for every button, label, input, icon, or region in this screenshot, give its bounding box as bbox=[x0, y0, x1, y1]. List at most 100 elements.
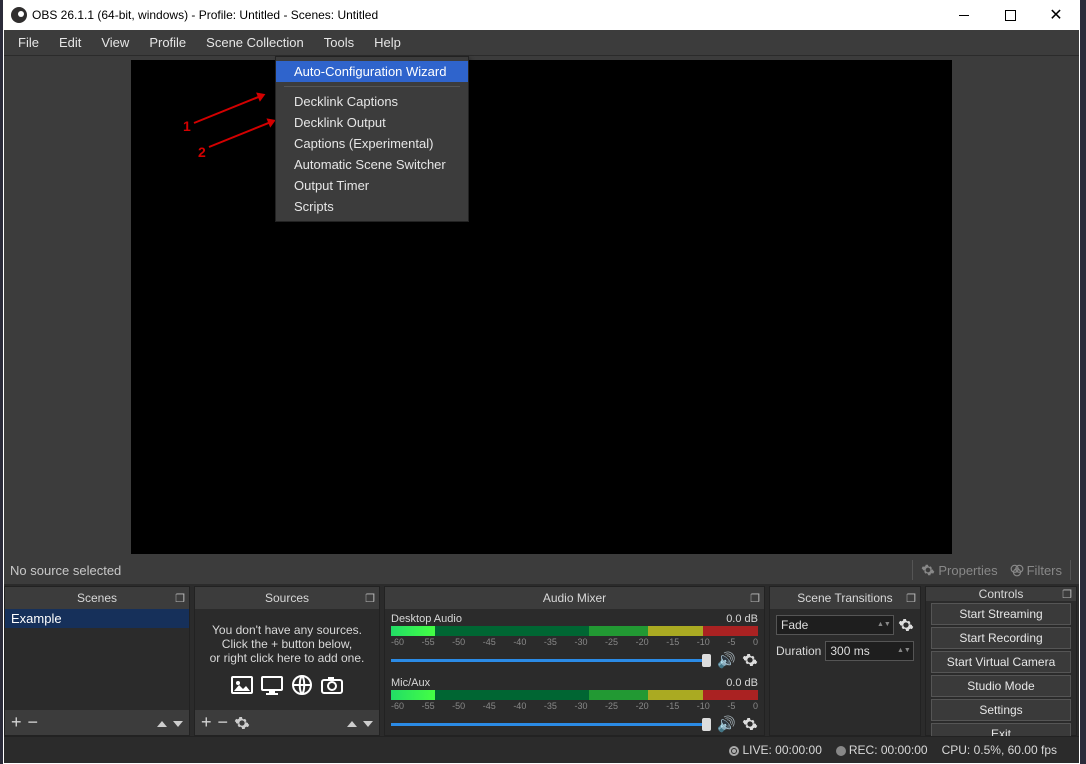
add-scene-button[interactable]: + bbox=[11, 712, 22, 733]
menu-captions-experimental[interactable]: Captions (Experimental) bbox=[276, 133, 468, 154]
gear-icon[interactable] bbox=[742, 716, 758, 732]
preview-canvas[interactable] bbox=[131, 60, 952, 554]
context-bar: No source selected Properties Filters bbox=[4, 556, 1079, 584]
popout-icon[interactable]: ❐ bbox=[365, 592, 375, 605]
popout-icon[interactable]: ❐ bbox=[750, 592, 760, 605]
titlebar: OBS 26.1.1 (64-bit, windows) - Profile: … bbox=[4, 0, 1079, 30]
annotation-number-2: 2 bbox=[198, 144, 206, 160]
sources-header: Sources ❐ bbox=[195, 587, 379, 609]
menu-automatic-scene-switcher[interactable]: Automatic Scene Switcher bbox=[276, 154, 468, 175]
minimize-button[interactable] bbox=[941, 0, 987, 30]
globe-icon bbox=[289, 673, 315, 697]
chevron-updown-icon: ▲▼ bbox=[897, 648, 909, 654]
properties-label: Properties bbox=[938, 563, 997, 578]
gear-icon bbox=[921, 563, 935, 577]
menu-decklink-captions[interactable]: Decklink Captions bbox=[276, 91, 468, 112]
settings-button[interactable]: Settings bbox=[931, 699, 1071, 721]
mixer-title: Audio Mixer bbox=[543, 591, 606, 605]
transitions-header: Scene Transitions ❐ bbox=[770, 587, 920, 609]
desktop-audio-meter bbox=[391, 626, 758, 636]
sources-panel: Sources ❐ You don't have any sources. Cl… bbox=[194, 586, 380, 736]
monitor-icon bbox=[259, 673, 285, 697]
camera-icon bbox=[319, 673, 345, 697]
filters-icon bbox=[1010, 563, 1024, 577]
audio-mixer-panel: Audio Mixer ❐ Desktop Audio 0.0 dB -60-5… bbox=[384, 586, 765, 736]
popout-icon[interactable]: ❐ bbox=[1062, 588, 1072, 601]
controls-header: Controls ❐ bbox=[926, 587, 1076, 601]
move-scene-up-button[interactable] bbox=[157, 718, 167, 728]
menu-view[interactable]: View bbox=[91, 31, 139, 54]
speaker-icon[interactable]: 🔊 bbox=[717, 715, 736, 733]
move-source-up-button[interactable] bbox=[347, 718, 357, 728]
transitions-panel: Scene Transitions ❐ Fade ▲▼ Duration 300… bbox=[769, 586, 921, 736]
status-bar: LIVE: 00:00:00 REC: 00:00:00 CPU: 0.5%, … bbox=[4, 736, 1079, 763]
mic-volume-slider[interactable] bbox=[391, 723, 711, 726]
popout-icon[interactable]: ❐ bbox=[175, 592, 185, 605]
mixer-channel-mic: Mic/Aux 0.0 dB -60-55-50-45-40-35-30-25-… bbox=[385, 675, 764, 735]
sources-empty-line3: or right click here to add one. bbox=[210, 651, 365, 665]
gear-icon[interactable] bbox=[742, 652, 758, 668]
menu-decklink-output[interactable]: Decklink Output bbox=[276, 112, 468, 133]
add-source-button[interactable]: + bbox=[201, 712, 212, 733]
menu-tools[interactable]: Tools bbox=[314, 31, 364, 54]
image-icon bbox=[229, 673, 255, 697]
properties-button[interactable]: Properties bbox=[915, 561, 1003, 580]
duration-label: Duration bbox=[776, 644, 821, 658]
scenes-header: Scenes ❐ bbox=[5, 587, 189, 609]
record-dot-icon bbox=[836, 746, 846, 756]
maximize-button[interactable] bbox=[987, 0, 1033, 30]
sources-title: Sources bbox=[265, 591, 309, 605]
speaker-icon[interactable]: 🔊 bbox=[717, 651, 736, 669]
separator bbox=[1070, 560, 1071, 580]
menu-edit[interactable]: Edit bbox=[49, 31, 91, 54]
scenes-panel: Scenes ❐ Example + − bbox=[4, 586, 190, 736]
move-source-down-button[interactable] bbox=[363, 718, 373, 728]
meter-ticks: -60-55-50-45-40-35-30-25-20-15-10-50 bbox=[391, 637, 758, 647]
separator bbox=[284, 86, 460, 87]
menu-scripts[interactable]: Scripts bbox=[276, 196, 468, 217]
close-button[interactable]: ✕ bbox=[1033, 0, 1079, 30]
annotation-number-1: 1 bbox=[183, 118, 191, 134]
broadcast-icon bbox=[729, 746, 739, 756]
filters-button[interactable]: Filters bbox=[1004, 561, 1068, 580]
remove-scene-button[interactable]: − bbox=[28, 712, 39, 733]
menu-help[interactable]: Help bbox=[364, 31, 411, 54]
transition-select[interactable]: Fade ▲▼ bbox=[776, 615, 894, 635]
duration-spinner[interactable]: 300 ms ▲▼ bbox=[825, 641, 914, 661]
mic-aux-db: 0.0 dB bbox=[726, 677, 758, 689]
controls-title: Controls bbox=[979, 587, 1024, 601]
sources-empty-area[interactable]: You don't have any sources. Click the + … bbox=[195, 609, 379, 710]
transitions-title: Scene Transitions bbox=[797, 591, 892, 605]
menu-output-timer[interactable]: Output Timer bbox=[276, 175, 468, 196]
start-virtual-camera-button[interactable]: Start Virtual Camera bbox=[931, 651, 1071, 673]
menu-scene-collection[interactable]: Scene Collection bbox=[196, 31, 314, 54]
menu-auto-configuration-wizard[interactable]: Auto-Configuration Wizard bbox=[276, 61, 468, 82]
desktop-audio-label: Desktop Audio bbox=[391, 613, 462, 625]
controls-panel: Controls ❐ Start Streaming Start Recordi… bbox=[925, 586, 1077, 736]
status-cpu: CPU: 0.5%, 60.00 fps bbox=[942, 743, 1057, 757]
transition-settings-button[interactable] bbox=[898, 617, 914, 633]
studio-mode-button[interactable]: Studio Mode bbox=[931, 675, 1071, 697]
preview-area: 1 2 bbox=[4, 56, 1079, 556]
meter-ticks: -60-55-50-45-40-35-30-25-20-15-10-50 bbox=[391, 701, 758, 711]
menu-file[interactable]: File bbox=[8, 31, 49, 54]
chevron-updown-icon: ▲▼ bbox=[877, 622, 889, 628]
start-streaming-button[interactable]: Start Streaming bbox=[931, 603, 1071, 625]
sources-empty-line2: Click the + button below, bbox=[210, 637, 365, 651]
scene-item-example[interactable]: Example bbox=[5, 609, 189, 628]
status-rec: REC: 00:00:00 bbox=[836, 743, 928, 757]
start-recording-button[interactable]: Start Recording bbox=[931, 627, 1071, 649]
mic-aux-meter bbox=[391, 690, 758, 700]
desktop-volume-slider[interactable] bbox=[391, 659, 711, 662]
filters-label: Filters bbox=[1027, 563, 1062, 578]
remove-source-button[interactable]: − bbox=[218, 712, 229, 733]
mixer-header: Audio Mixer ❐ bbox=[385, 587, 764, 609]
status-live: LIVE: 00:00:00 bbox=[729, 743, 821, 757]
sources-empty-line1: You don't have any sources. bbox=[210, 623, 365, 637]
source-settings-button[interactable] bbox=[234, 715, 250, 731]
menu-profile[interactable]: Profile bbox=[139, 31, 196, 54]
window-title: OBS 26.1.1 (64-bit, windows) - Profile: … bbox=[32, 8, 941, 22]
move-scene-down-button[interactable] bbox=[173, 718, 183, 728]
popout-icon[interactable]: ❐ bbox=[906, 592, 916, 605]
no-source-label: No source selected bbox=[10, 563, 910, 578]
